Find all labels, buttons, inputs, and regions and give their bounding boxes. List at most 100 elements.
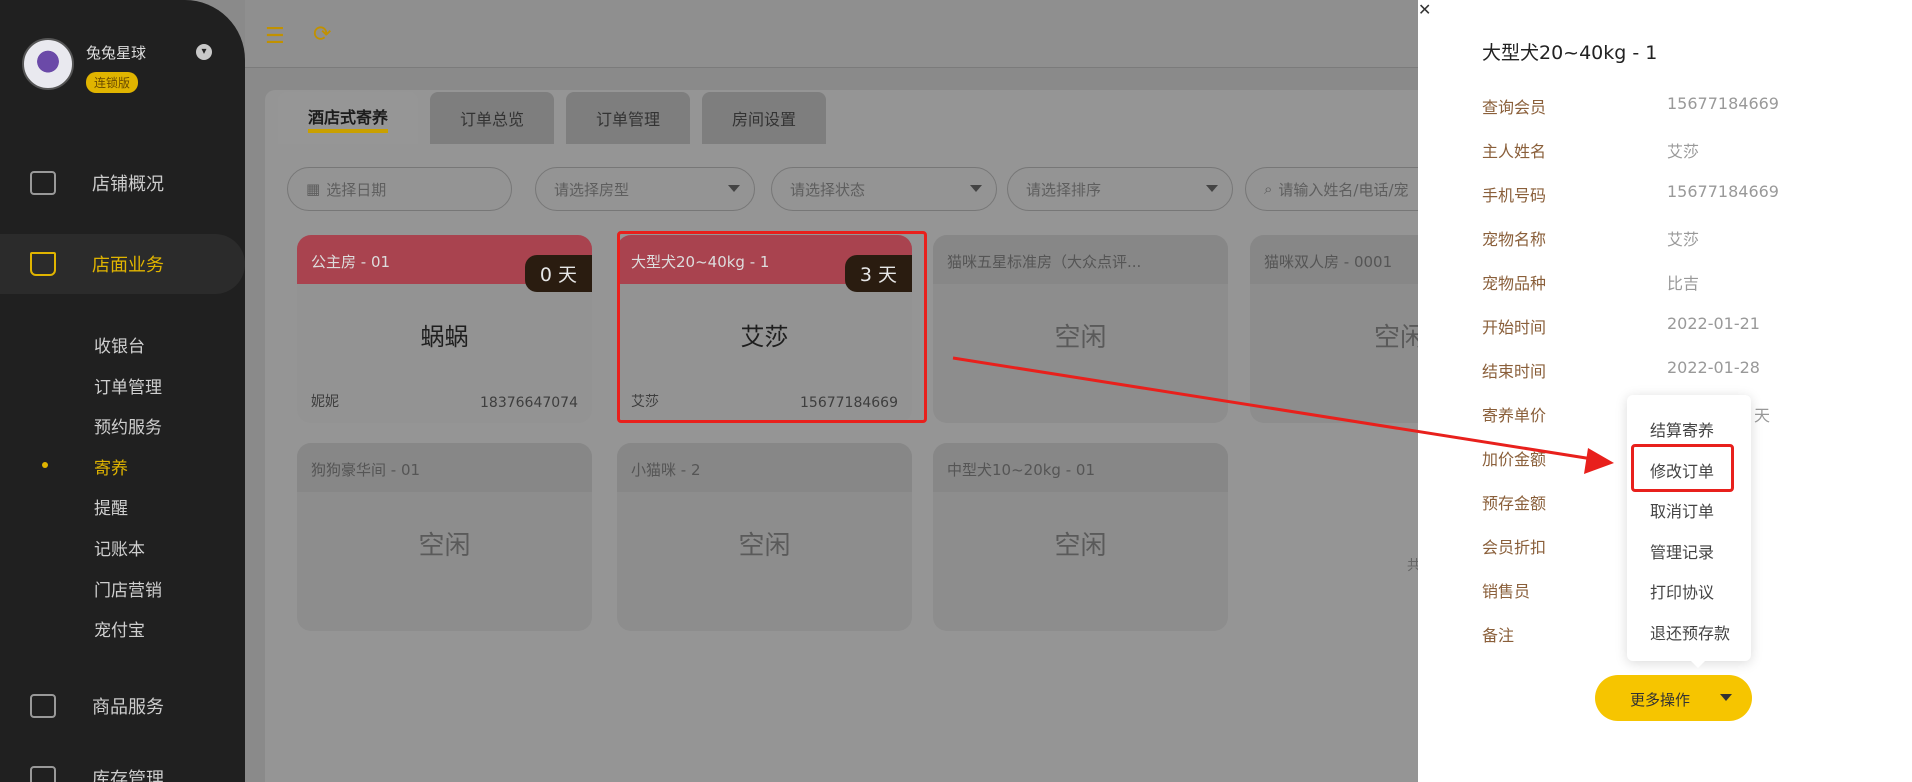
field-value: 天: [1754, 406, 1771, 425]
room-status: 空闲: [738, 531, 791, 561]
field-value: 15677184669: [1667, 94, 1779, 113]
menu-item-settle[interactable]: 结算寄养: [1650, 417, 1714, 441]
field-label: 宠物品种: [1482, 274, 1547, 293]
caret-down-icon: [1720, 694, 1732, 701]
edition-badge: 连锁版: [86, 72, 139, 93]
field-label: 备注: [1482, 626, 1515, 645]
sort-select[interactable]: 请选择排序: [1007, 167, 1233, 211]
chevron-down-icon[interactable]: ▾: [196, 44, 212, 60]
sub-item-ledger[interactable]: 记账本: [94, 535, 145, 560]
nav-products[interactable]: 商品服务: [0, 676, 245, 736]
sidebar: 兔兔星球 连锁版 ▾ 店铺概况 店面业务 收银台 订单管理 预约服务 寄养 提醒…: [0, 0, 245, 782]
room-card[interactable]: 公主房 - 01 0 天 蜗蜗 妮妮 18376647074: [297, 235, 592, 423]
menu-item-refund[interactable]: 退还预存款: [1650, 620, 1730, 644]
store-switcher[interactable]: 兔兔星球 连锁版 ▾: [22, 38, 237, 98]
button-label: 更多操作: [1630, 691, 1691, 709]
status-select[interactable]: 请选择状态: [771, 167, 997, 211]
field-label: 主人姓名: [1482, 142, 1547, 161]
nav-store-overview[interactable]: 店铺概况: [0, 153, 245, 213]
tab-room-settings[interactable]: 房间设置: [702, 92, 827, 144]
menu-item-cancel-order[interactable]: 取消订单: [1650, 498, 1714, 522]
refresh-icon[interactable]: ⟳: [313, 22, 331, 47]
room-status: 空闲: [418, 531, 471, 561]
room-type-placeholder: 请选择房型: [554, 180, 630, 199]
room-title: 小猫咪 - 2: [617, 443, 912, 492]
home-icon: [30, 252, 56, 276]
field-label: 寄养单价: [1482, 406, 1547, 425]
sub-item-marketing[interactable]: 门店营销: [94, 576, 162, 601]
store-name: 兔兔星球: [86, 44, 147, 62]
nav-label: 库存管理: [92, 769, 164, 782]
field-label: 预存金额: [1482, 494, 1547, 513]
room-status: 空闲: [1054, 531, 1107, 561]
field-label: 查询会员: [1482, 98, 1547, 117]
room-card[interactable]: 猫咪五星标准房（大众点评... 空闲: [933, 235, 1228, 423]
bag-icon: [30, 694, 56, 718]
drawer-title: 大型犬20~40kg - 1: [1482, 42, 1658, 64]
sub-item-cashier[interactable]: 收银台: [94, 332, 145, 357]
calendar-icon: ▦: [306, 180, 321, 198]
close-icon[interactable]: ✕: [1418, 0, 1444, 26]
menu-pointer: [1690, 660, 1706, 668]
room-type-select[interactable]: 请选择房型: [535, 167, 755, 211]
room-title: 猫咪双人房 - 0001: [1250, 235, 1425, 284]
field-label: 结束时间: [1482, 362, 1547, 381]
nav-store-business[interactable]: 店面业务: [0, 234, 245, 294]
avatar: [22, 38, 74, 90]
field-value: 艾莎: [1667, 142, 1700, 161]
caret-down-icon: [728, 185, 740, 192]
search-placeholder: 请输入姓名/电话/宠: [1278, 180, 1409, 199]
highlight-box: [617, 231, 927, 423]
sub-item-reminders[interactable]: 提醒: [94, 494, 128, 519]
tab-label: 订单管理: [596, 110, 661, 129]
date-placeholder: 选择日期: [326, 180, 387, 199]
tab-order-overview[interactable]: 订单总览: [430, 92, 555, 144]
hamburger-menu-icon[interactable]: ☰: [265, 24, 285, 49]
field-label: 会员折扣: [1482, 538, 1547, 557]
caret-down-icon: [970, 185, 982, 192]
search-input[interactable]: ⌕ 请输入姓名/电话/宠: [1245, 167, 1425, 211]
tab-label: 房间设置: [732, 110, 797, 129]
owner-phone: 18376647074: [480, 395, 578, 411]
pet-name: 蜗蜗: [420, 323, 469, 351]
nav-inventory[interactable]: 库存管理: [0, 748, 245, 782]
sub-item-orders[interactable]: 订单管理: [94, 373, 162, 398]
box-icon: [30, 766, 56, 782]
menu-item-records[interactable]: 管理记录: [1650, 539, 1714, 563]
field-value: 比吉: [1667, 274, 1700, 293]
owner-name: 妮妮: [311, 394, 339, 410]
field-value: 2022-01-28: [1667, 358, 1760, 377]
status-placeholder: 请选择状态: [790, 180, 866, 199]
caret-down-icon: [1206, 185, 1218, 192]
tab-hotel-boarding[interactable]: 酒店式寄养: [278, 92, 419, 144]
nav-label: 店铺概况: [92, 174, 164, 195]
field-value: 15677184669: [1667, 182, 1779, 201]
topbar: ☰ ⟳: [245, 0, 1420, 68]
sub-item-appointments[interactable]: 预约服务: [94, 413, 162, 438]
field-label: 销售员: [1482, 582, 1531, 601]
date-picker[interactable]: ▦ 选择日期: [287, 167, 512, 211]
field-label: 宠物名称: [1482, 230, 1547, 249]
field-label: 开始时间: [1482, 318, 1547, 337]
active-dot: [42, 462, 48, 468]
tab-order-management[interactable]: 订单管理: [566, 92, 691, 144]
days-badge: 0 天: [524, 255, 592, 292]
monitor-icon: [30, 171, 56, 195]
sub-item-boarding[interactable]: 寄养: [94, 454, 128, 479]
room-card[interactable]: 猫咪双人房 - 0001 空闲: [1250, 235, 1425, 423]
room-card[interactable]: 小猫咪 - 2 空闲: [617, 443, 912, 631]
sort-placeholder: 请选择排序: [1026, 180, 1102, 199]
tab-label: 订单总览: [460, 110, 525, 129]
room-card[interactable]: 狗狗豪华间 - 01 空闲: [297, 443, 592, 631]
field-value: 2022-01-21: [1667, 314, 1760, 333]
room-status: 空闲: [1054, 323, 1107, 353]
room-card[interactable]: 中型犬10~20kg - 01 空闲: [933, 443, 1228, 631]
room-title: 狗狗豪华间 - 01: [297, 443, 592, 492]
highlight-box: [1631, 444, 1734, 492]
more-actions-button[interactable]: 更多操作: [1595, 675, 1752, 721]
menu-item-print[interactable]: 打印协议: [1650, 579, 1714, 603]
sub-item-pet-pay[interactable]: 宠付宝: [94, 616, 145, 641]
tab-bar: 酒店式寄养 订单总览 订单管理 房间设置: [278, 92, 827, 144]
nav-label: 店面业务: [92, 255, 164, 276]
search-icon: ⌕: [1264, 180, 1273, 198]
